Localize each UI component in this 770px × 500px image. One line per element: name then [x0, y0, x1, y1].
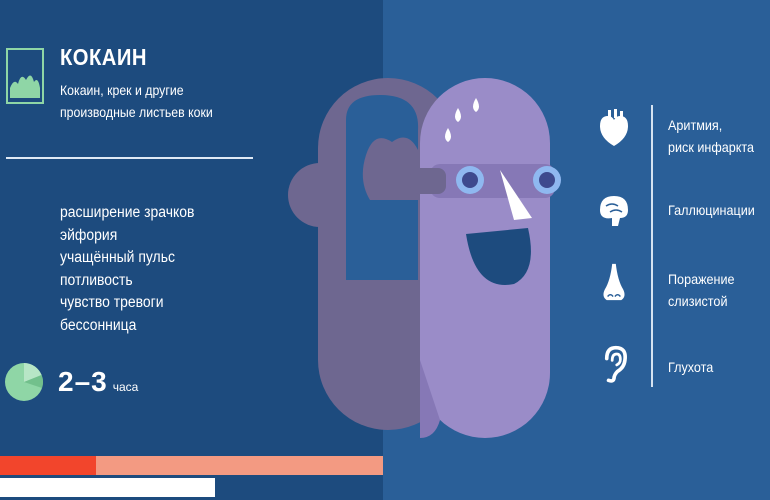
- consequence-line: риск инфаркта: [668, 139, 755, 155]
- brain-icon: [600, 196, 628, 226]
- consequence-line: слизистой: [668, 293, 728, 309]
- consequence-line: Галлюцинации: [668, 202, 755, 218]
- consequence-line: Аритмия,: [668, 117, 723, 133]
- effect-item: учащённый пульс: [60, 249, 175, 266]
- duration-pie-icon: [5, 363, 43, 401]
- consequence-label: Поражение слизистой: [668, 268, 735, 312]
- effect-item: чувство тревоги: [60, 294, 164, 311]
- heart-icon: [600, 109, 628, 146]
- coca-leaf-logo-icon: [6, 48, 44, 104]
- duration-value: 2–3: [58, 366, 108, 397]
- subtitle-line: Кокаин, крек и другие: [60, 82, 184, 98]
- effect-item: расширение зрачков: [60, 204, 195, 221]
- duration-unit: часа: [112, 380, 139, 394]
- consequence-label: Галлюцинации: [668, 199, 755, 221]
- consequence-label: Глухота: [668, 356, 713, 378]
- bar-segment-peach: [96, 456, 383, 475]
- effect-item: бессонница: [60, 316, 137, 334]
- bar-segment-white: [0, 478, 215, 497]
- effects-list: расширение зрачков эйфория учащённый пул…: [60, 202, 194, 337]
- page-title: КОКАИН: [60, 44, 147, 70]
- front-face: [410, 78, 561, 438]
- consequence-line: Поражение: [668, 271, 735, 287]
- consequence-label: Аритмия, риск инфаркта: [668, 114, 754, 158]
- nose-icon: [603, 263, 625, 301]
- effect-item: эйфория: [60, 226, 118, 244]
- faces-illustration: [288, 78, 561, 438]
- bar-segment-red: [0, 456, 96, 475]
- consequences-divider: [651, 105, 653, 387]
- effect-item: потливость: [60, 271, 133, 289]
- ear-icon: [604, 345, 627, 383]
- duration: 2–3 часа: [58, 366, 138, 398]
- divider: [6, 157, 253, 159]
- subtitle: Кокаин, крек и другие производные листье…: [60, 79, 245, 123]
- consequence-line: Глухота: [668, 359, 714, 375]
- subtitle-line: производные листьев коки: [60, 104, 213, 120]
